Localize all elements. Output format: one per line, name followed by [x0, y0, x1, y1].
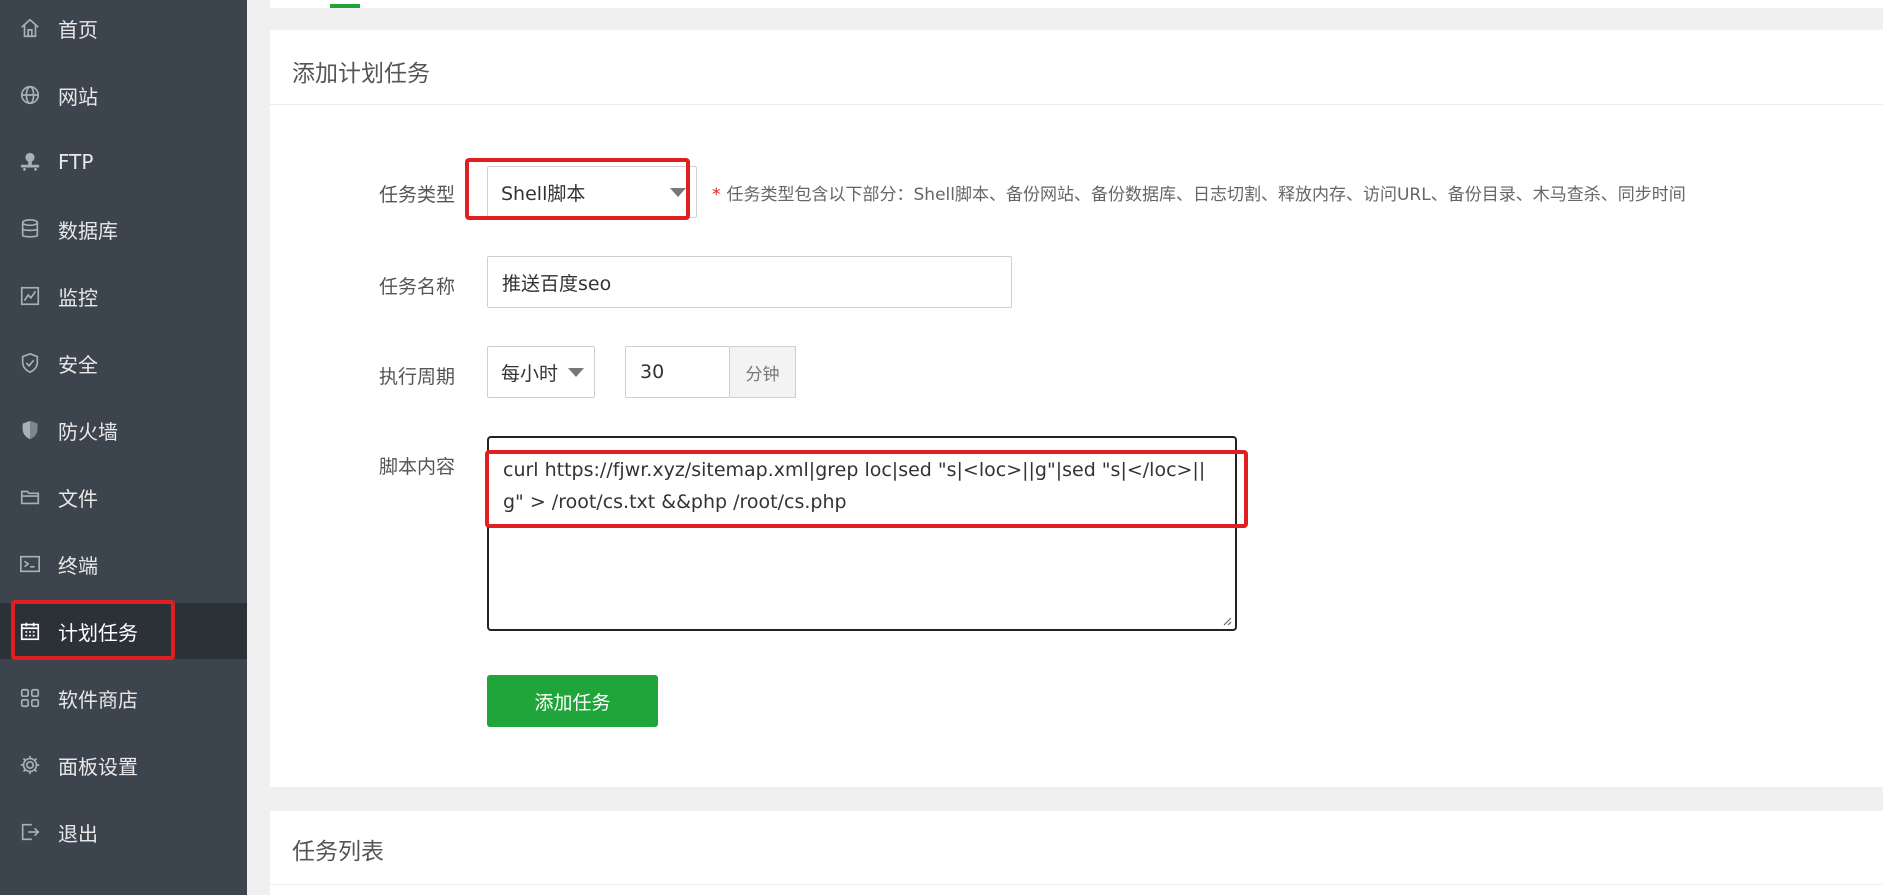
period-label: 执行周期 [379, 366, 456, 388]
task-type-hint: * 任务类型包含以下部分：Shell脚本、备份网站、备份数据库、日志切割、释放内存… [712, 180, 1686, 205]
required-star: * [712, 185, 721, 205]
sidebar-item-label: 监控 [58, 285, 98, 310]
annotation-highlight-box [11, 600, 175, 660]
sidebar-item-logout[interactable]: 退出 [0, 804, 247, 860]
sidebar-item-label: 终端 [58, 553, 98, 578]
sidebar-item-settings[interactable]: 面板设置 [0, 737, 247, 793]
sidebar-item-store[interactable]: 软件商店 [0, 670, 247, 726]
sidebar-item-ftp[interactable]: FTP [0, 134, 247, 190]
sidebar-item-label: 面板设置 [58, 754, 138, 779]
sidebar-item-database[interactable]: 数据库 [0, 201, 247, 257]
period-type-value: 每小时 [501, 362, 559, 385]
ftp-icon [19, 151, 41, 173]
sidebar-item-terminal[interactable]: 终端 [0, 536, 247, 592]
task-type-hint-text: 任务类型包含以下部分：Shell脚本、备份网站、备份数据库、日志切割、释放内存、… [726, 185, 1686, 205]
script-label: 脚本内容 [379, 456, 456, 478]
sidebar-item-label: 退出 [58, 821, 98, 846]
divider [270, 104, 1883, 105]
task-type-select[interactable]: Shell脚本 [487, 166, 697, 218]
sidebar-item-label: 软件商店 [58, 687, 138, 712]
task-type-label: 任务类型 [379, 184, 456, 206]
shield-icon [19, 352, 41, 374]
logout-icon [19, 821, 41, 843]
task-list-panel: 任务列表 [270, 811, 1883, 895]
monitor-icon [19, 285, 41, 307]
sidebar-item-firewall[interactable]: 防火墙 [0, 402, 247, 458]
resize-grip-icon[interactable] [1220, 614, 1232, 626]
home-icon [19, 17, 41, 39]
sidebar-item-home[interactable]: 首页 [0, 0, 247, 56]
top-tab-strip [270, 0, 1883, 8]
gear-icon [19, 754, 41, 776]
minutes-input[interactable]: 30 [625, 346, 730, 398]
database-icon [19, 218, 41, 240]
divider [270, 884, 1883, 885]
sidebar: 首页 网站 FTP 数据库 监控 安全 防火墙 文件 终端 计划任务 软件商店 … [0, 0, 247, 895]
period-type-select[interactable]: 每小时 [487, 346, 595, 398]
sidebar-item-monitor[interactable]: 监控 [0, 268, 247, 324]
folder-icon [19, 486, 41, 508]
task-name-input[interactable]: 推送百度seo [487, 256, 1012, 308]
chevron-down-icon [568, 368, 584, 377]
task-type-value: Shell脚本 [501, 182, 586, 205]
panel-title: 添加计划任务 [292, 61, 430, 87]
sidebar-item-label: 文件 [58, 486, 98, 511]
sidebar-item-label: 网站 [58, 84, 98, 109]
terminal-icon [19, 553, 41, 575]
add-task-panel: 添加计划任务 [270, 30, 1883, 787]
minutes-unit: 分钟 [730, 346, 796, 398]
panel-title: 任务列表 [292, 839, 384, 865]
grid-icon [19, 687, 41, 709]
active-tab-indicator [330, 4, 360, 8]
sidebar-item-label: FTP [58, 150, 94, 174]
script-textarea[interactable]: curl https://fjwr.xyz/sitemap.xml|grep l… [487, 436, 1237, 631]
sidebar-item-label: 安全 [58, 352, 98, 377]
sidebar-item-label: 数据库 [58, 218, 118, 243]
sidebar-item-website[interactable]: 网站 [0, 67, 247, 123]
task-name-label: 任务名称 [379, 276, 456, 298]
add-task-button[interactable]: 添加任务 [487, 675, 658, 727]
sidebar-item-label: 首页 [58, 17, 98, 42]
sidebar-item-security[interactable]: 安全 [0, 335, 247, 391]
globe-icon [19, 84, 41, 106]
sidebar-item-label: 防火墙 [58, 419, 118, 444]
firewall-icon [19, 419, 41, 441]
script-text: curl https://fjwr.xyz/sitemap.xml|grep l… [503, 459, 1206, 513]
sidebar-item-files[interactable]: 文件 [0, 469, 247, 525]
chevron-down-icon [670, 188, 686, 197]
